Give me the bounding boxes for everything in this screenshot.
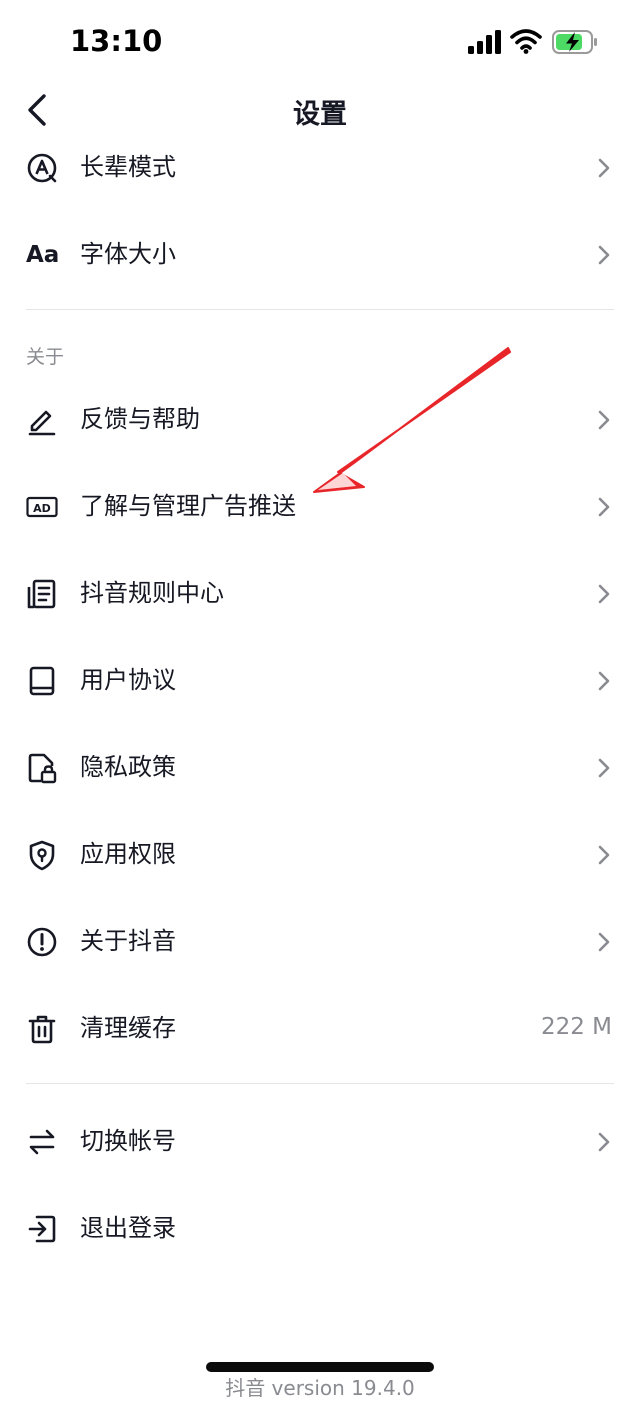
chevron-right-icon	[598, 245, 610, 265]
elder-mode-icon	[27, 153, 57, 183]
settings-item-ad-management[interactable]: AD 了解与管理广告推送	[0, 463, 640, 549]
cache-size-value: 222 M	[540, 1014, 612, 1040]
battery-charging-icon	[552, 30, 597, 54]
item-label: 关于抖音	[80, 927, 176, 955]
settings-item-elder-mode[interactable]: 长辈模式	[0, 124, 640, 210]
home-indicator[interactable]	[206, 1362, 434, 1372]
ad-icon: AD	[26, 496, 58, 518]
item-label: 隐私政策	[80, 753, 176, 781]
settings-item-feedback[interactable]: 反馈与帮助	[0, 376, 640, 462]
logout-icon	[28, 1215, 56, 1243]
settings-item-app-permissions[interactable]: 应用权限	[0, 811, 640, 897]
chevron-right-icon	[598, 410, 610, 430]
settings-item-switch-account[interactable]: 切换帐号	[0, 1098, 640, 1184]
trash-icon	[28, 1015, 56, 1044]
chevron-right-icon	[598, 758, 610, 778]
item-label: 用户协议	[80, 666, 176, 694]
shield-icon	[29, 840, 55, 871]
chevron-right-icon	[598, 497, 610, 517]
section-label-about: 关于	[26, 346, 65, 368]
item-label: 清理缓存	[80, 1014, 176, 1042]
settings-item-logout[interactable]: 退出登录	[0, 1185, 640, 1271]
settings-item-user-agreement[interactable]: 用户协议	[0, 637, 640, 723]
cellular-signal-icon	[468, 30, 501, 54]
chevron-right-icon	[598, 845, 610, 865]
item-label: 应用权限	[80, 840, 176, 868]
chevron-right-icon	[598, 584, 610, 604]
status-time: 13:10	[70, 24, 163, 58]
item-label: 退出登录	[80, 1214, 176, 1242]
settings-item-about-douyin[interactable]: 关于抖音	[0, 898, 640, 984]
book-icon	[29, 666, 55, 696]
settings-item-privacy-policy[interactable]: 隐私政策	[0, 724, 640, 810]
item-label: 切换帐号	[80, 1127, 176, 1155]
item-label: 抖音规则中心	[80, 579, 224, 607]
pencil-icon	[28, 410, 56, 436]
settings-item-font-size[interactable]: Aa 字体大小	[0, 211, 640, 297]
status-bar: 13:10	[0, 0, 640, 86]
item-label: 了解与管理广告推送	[80, 492, 296, 520]
chevron-right-icon	[598, 158, 610, 178]
wifi-icon	[510, 29, 542, 54]
chevron-right-icon	[598, 932, 610, 952]
item-label: 长辈模式	[80, 153, 176, 181]
ad-icon-text: AD	[33, 502, 51, 515]
settings-item-clear-cache[interactable]: 清理缓存 222 M	[0, 985, 640, 1071]
chevron-right-icon	[598, 1132, 610, 1152]
info-icon	[27, 927, 57, 957]
settings-item-rules-center[interactable]: 抖音规则中心	[0, 550, 640, 636]
font-size-icon: Aa	[26, 242, 60, 268]
item-label: 反馈与帮助	[80, 405, 200, 433]
section-divider	[26, 309, 614, 310]
document-icon	[27, 579, 56, 609]
lock-icon	[28, 753, 57, 784]
app-version-text: 抖音 version 19.4.0	[225, 1376, 415, 1400]
item-label: 字体大小	[80, 240, 176, 268]
swap-icon	[29, 1129, 55, 1155]
section-divider	[26, 1083, 614, 1084]
chevron-right-icon	[598, 671, 610, 691]
